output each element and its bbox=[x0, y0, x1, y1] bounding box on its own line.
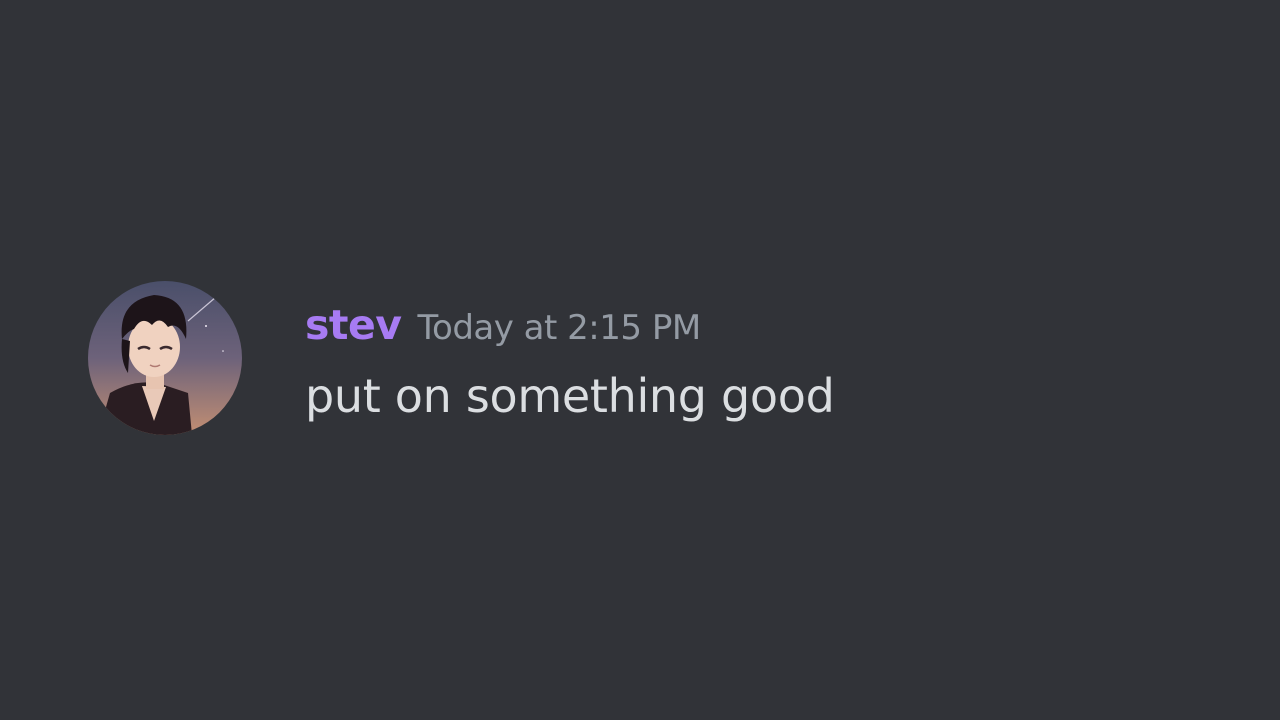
message-header: stev Today at 2:15 PM bbox=[305, 301, 701, 349]
user-avatar[interactable] bbox=[88, 281, 242, 435]
message-content: put on something good bbox=[305, 369, 835, 423]
avatar-icon bbox=[88, 281, 242, 435]
chat-view: stev Today at 2:15 PM put on something go… bbox=[0, 0, 1280, 720]
message-timestamp: Today at 2:15 PM bbox=[417, 308, 702, 348]
username[interactable]: stev bbox=[305, 301, 402, 349]
chat-message[interactable]: stev Today at 2:15 PM put on something go… bbox=[88, 281, 1188, 441]
